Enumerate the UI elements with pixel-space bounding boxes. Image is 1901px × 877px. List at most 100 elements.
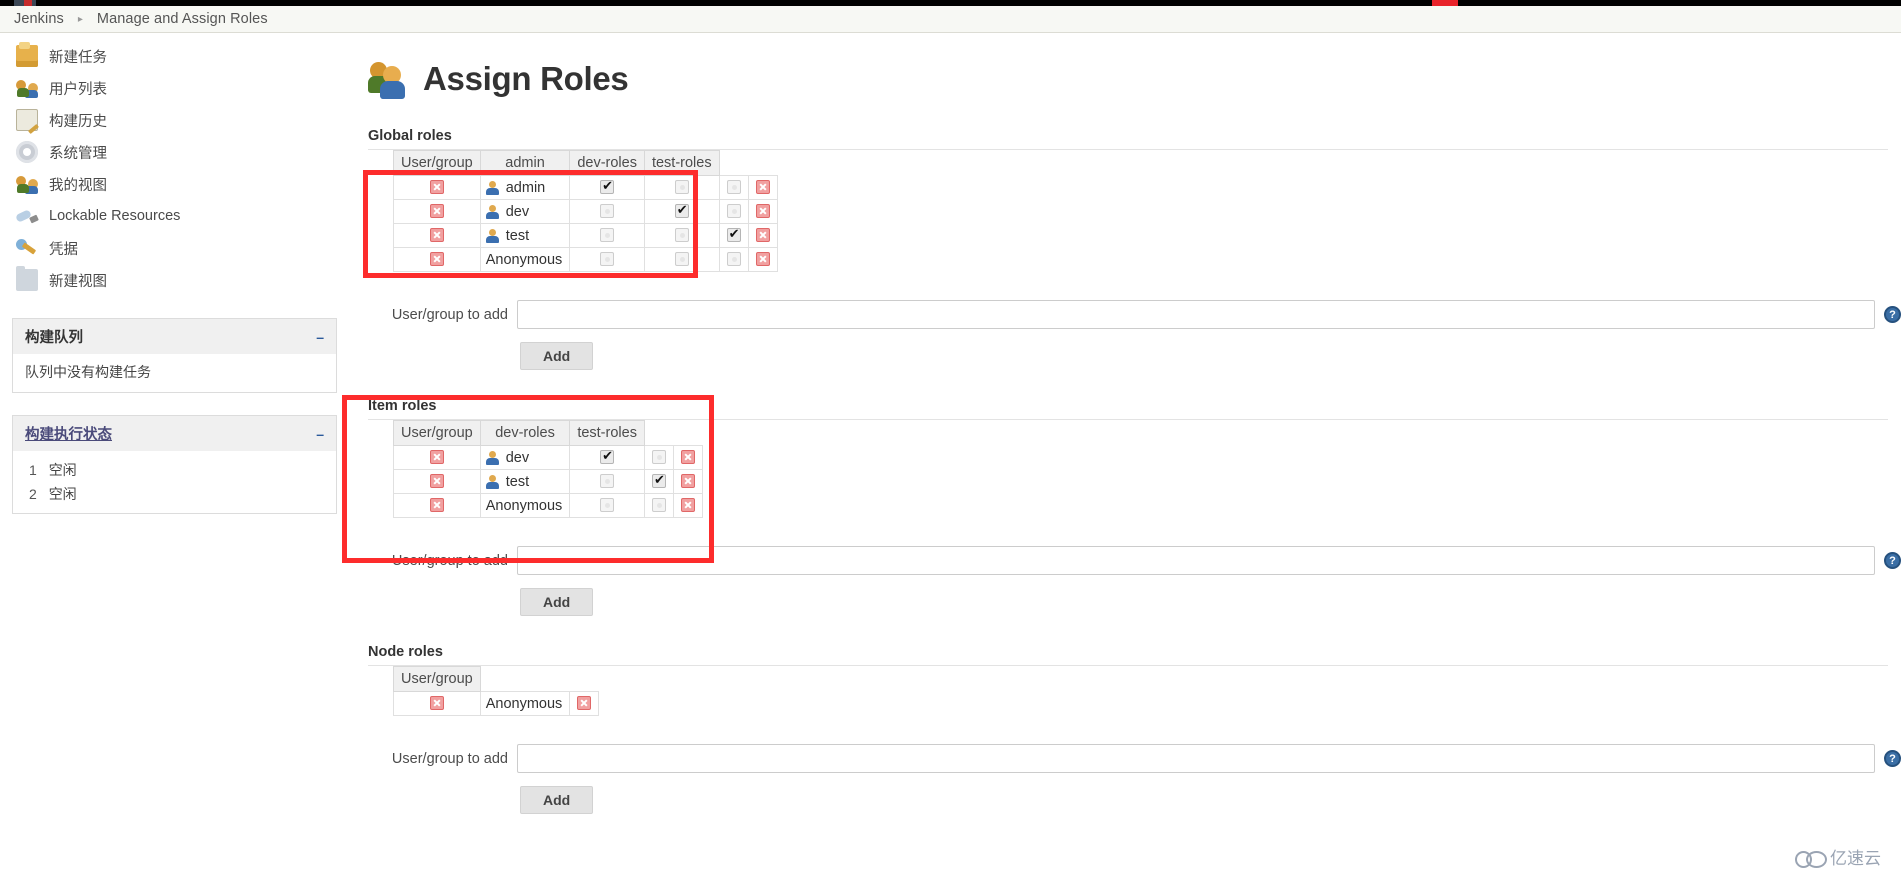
role-checkbox-cell[interactable] <box>569 445 645 470</box>
column-header: User/group <box>393 150 481 176</box>
build-executor-panel: 构建执行状态 – 1 空闲 2 空闲 <box>12 415 337 514</box>
role-checkbox-cell[interactable] <box>569 175 645 200</box>
sidebar-item-label: 构建历史 <box>49 113 107 130</box>
role-checkbox-cell[interactable] <box>643 493 674 518</box>
delete-icon <box>429 227 444 242</box>
sidebar-item-new-view[interactable]: 新建视图 <box>0 264 340 296</box>
sidebar-item-label: 新建视图 <box>49 273 107 290</box>
role-checkbox[interactable] <box>600 473 615 488</box>
role-checkbox-cell[interactable] <box>643 175 720 200</box>
role-checkbox-cell[interactable] <box>569 223 645 248</box>
delete-row-button[interactable] <box>393 691 481 716</box>
assign-roles-icon <box>368 58 410 100</box>
help-icon[interactable]: ? <box>1884 306 1901 323</box>
add-user-input[interactable] <box>517 546 1875 575</box>
delete-row-button[interactable] <box>747 247 778 272</box>
role-checkbox-cell[interactable] <box>569 469 645 494</box>
role-checkbox[interactable] <box>651 497 666 512</box>
sidebar-item-lockable-resources[interactable]: Lockable Resources <box>0 200 340 232</box>
role-checkbox[interactable] <box>726 179 741 194</box>
add-user-input[interactable] <box>517 744 1875 773</box>
new-job-icon <box>16 42 38 67</box>
role-checkbox-cell[interactable] <box>643 445 674 470</box>
delete-row-button[interactable] <box>569 691 600 716</box>
role-checkbox[interactable] <box>674 179 689 194</box>
sidebar-item-build-history[interactable]: 构建历史 <box>0 104 340 136</box>
user-icon <box>485 474 499 489</box>
add-button[interactable]: Add <box>520 588 594 616</box>
role-checkbox-cell[interactable] <box>718 175 749 200</box>
delete-icon <box>755 203 770 218</box>
role-checkbox[interactable] <box>651 472 666 488</box>
delete-row-button[interactable] <box>393 469 481 494</box>
role-checkbox-cell[interactable] <box>643 469 674 494</box>
column-header: admin <box>479 150 571 176</box>
role-checkbox-cell[interactable] <box>569 493 645 518</box>
breadcrumb-current[interactable]: Manage and Assign Roles <box>97 11 268 27</box>
role-checkbox-cell[interactable] <box>569 199 645 224</box>
role-checkbox-cell[interactable] <box>718 247 749 272</box>
sidebar-item-label: 我的视图 <box>49 177 107 194</box>
role-checkbox[interactable] <box>600 448 615 464</box>
role-checkbox-cell[interactable] <box>718 223 749 248</box>
delete-row-button[interactable] <box>672 445 703 470</box>
delete-row-button[interactable] <box>393 175 481 200</box>
role-checkbox-cell[interactable] <box>718 199 749 224</box>
collapse-icon[interactable]: – <box>316 329 324 345</box>
role-checkbox[interactable] <box>600 178 615 194</box>
user-group-cell: test <box>479 469 571 494</box>
delete-row-button[interactable] <box>672 469 703 494</box>
sidebar-item-my-views[interactable]: 我的视图 <box>0 168 340 200</box>
delete-row-button[interactable] <box>747 175 778 200</box>
table-header-row: User/group dev-roles test-roles <box>393 420 703 446</box>
delete-row-button[interactable] <box>393 493 481 518</box>
build-executor-title[interactable]: 构建执行状态 <box>25 423 112 444</box>
help-icon[interactable]: ? <box>1884 552 1901 569</box>
role-checkbox[interactable] <box>600 203 615 218</box>
delete-row-button[interactable] <box>747 199 778 224</box>
delete-icon <box>429 695 444 710</box>
table-row: dev <box>393 199 778 224</box>
sidebar-item-label: 用户列表 <box>49 81 107 98</box>
delete-icon <box>577 695 592 710</box>
add-user-label: User/group to add <box>391 552 508 569</box>
user-icon <box>485 228 499 243</box>
lock-icon <box>16 205 38 227</box>
role-checkbox[interactable] <box>600 227 615 242</box>
role-checkbox-cell[interactable] <box>643 247 720 272</box>
collapse-icon[interactable]: – <box>316 426 324 442</box>
add-user-input[interactable] <box>517 300 1875 329</box>
delete-row-button[interactable] <box>393 445 481 470</box>
table-row: Anonymous <box>393 493 703 518</box>
sidebar-item-credentials[interactable]: 凭据 <box>0 232 340 264</box>
sidebar-item-user-list[interactable]: 用户列表 <box>0 72 340 104</box>
sidebar-item-manage-jenkins[interactable]: 系统管理 <box>0 136 340 168</box>
table-row: admin <box>393 175 778 200</box>
help-icon[interactable]: ? <box>1884 750 1901 767</box>
role-checkbox[interactable] <box>726 251 741 266</box>
add-button[interactable]: Add <box>520 342 594 370</box>
delete-icon <box>429 497 444 512</box>
delete-row-button[interactable] <box>672 493 703 518</box>
role-checkbox-cell[interactable] <box>643 223 720 248</box>
role-checkbox[interactable] <box>600 251 615 266</box>
role-checkbox[interactable] <box>600 497 615 512</box>
role-checkbox-cell[interactable] <box>643 199 720 224</box>
add-button[interactable]: Add <box>520 786 594 814</box>
delete-row-button[interactable] <box>747 223 778 248</box>
sidebar-item-new-job[interactable]: 新建任务 <box>0 40 340 72</box>
role-checkbox[interactable] <box>674 202 689 218</box>
role-checkbox[interactable] <box>674 251 689 266</box>
role-checkbox-cell[interactable] <box>569 247 645 272</box>
global-roles-add-button-row: Add <box>520 342 1901 370</box>
breadcrumb-jenkins[interactable]: Jenkins <box>14 11 64 27</box>
delete-row-button[interactable] <box>393 247 481 272</box>
table-row: test <box>393 223 778 248</box>
role-checkbox[interactable] <box>726 203 741 218</box>
role-checkbox[interactable] <box>726 226 741 242</box>
role-checkbox[interactable] <box>674 227 689 242</box>
role-checkbox[interactable] <box>651 449 666 464</box>
delete-row-button[interactable] <box>393 223 481 248</box>
delete-icon <box>429 449 444 464</box>
delete-row-button[interactable] <box>393 199 481 224</box>
